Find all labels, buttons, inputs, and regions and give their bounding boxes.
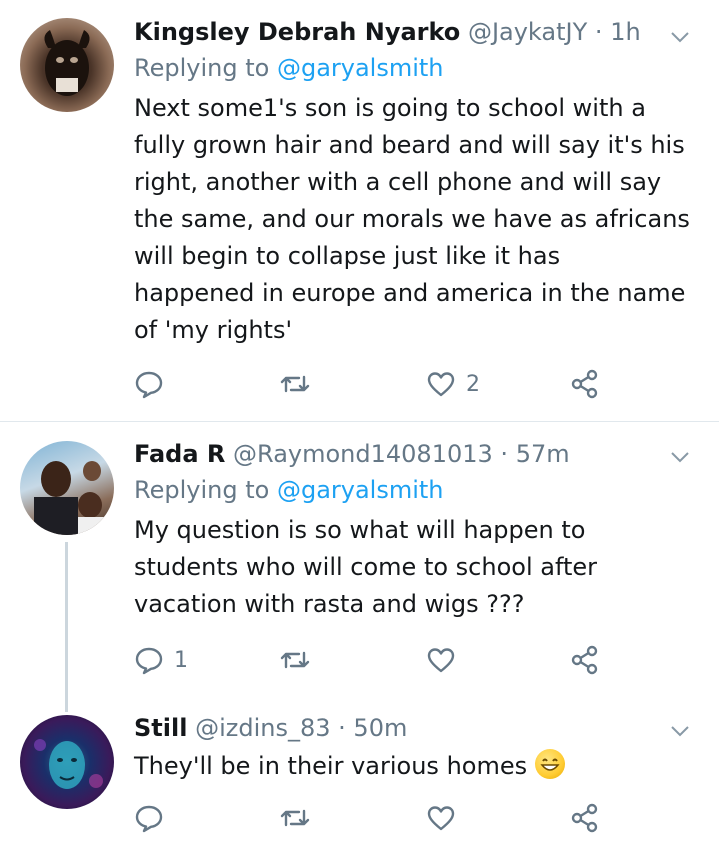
reply-icon bbox=[135, 647, 163, 675]
retweet-button[interactable] bbox=[279, 798, 321, 838]
separator: · bbox=[500, 440, 509, 468]
chevron-down-icon[interactable] bbox=[669, 26, 691, 48]
tweet-text-line: My question is so what will happen to bbox=[134, 516, 586, 544]
user-handle[interactable]: @Raymond14081013 bbox=[233, 440, 493, 468]
heart-icon bbox=[427, 648, 455, 673]
display-name[interactable]: Kingsley Debrah Nyarko bbox=[134, 18, 460, 46]
reply-button[interactable] bbox=[134, 364, 174, 404]
tweet-text: My question is so what will happen to st… bbox=[134, 512, 699, 623]
share-icon bbox=[571, 369, 598, 399]
tweet-actions bbox=[134, 798, 614, 838]
share-icon bbox=[571, 803, 598, 833]
separator: · bbox=[338, 714, 346, 742]
share-button[interactable] bbox=[570, 798, 600, 838]
tweet-header: Fada R @Raymond14081013 · 57m bbox=[134, 436, 699, 472]
display-name[interactable]: Fada R bbox=[134, 440, 225, 468]
tweet-text-line: fully grown hair and beard and will say … bbox=[134, 131, 685, 159]
mention-link[interactable]: @garyalsmith bbox=[277, 476, 444, 504]
reply-button[interactable] bbox=[134, 798, 174, 838]
heart-icon bbox=[427, 806, 455, 831]
tweet-text-line: vacation with rasta and wigs ??? bbox=[134, 590, 525, 618]
retweet-button[interactable] bbox=[279, 364, 321, 404]
tweet[interactable]: Fada R @Raymond14081013 · 57m Replying t… bbox=[0, 422, 719, 712]
reply-icon bbox=[135, 371, 163, 399]
timestamp[interactable]: 1h bbox=[610, 18, 640, 46]
replying-to-label: Replying to bbox=[134, 476, 270, 504]
retweet-button[interactable] bbox=[279, 640, 321, 680]
tweet-text: Next some1's son is going to school with… bbox=[134, 90, 699, 349]
chevron-down-icon[interactable] bbox=[669, 720, 691, 742]
like-button[interactable] bbox=[426, 798, 466, 838]
heart-icon bbox=[427, 372, 455, 397]
replying-to-label: Replying to bbox=[134, 54, 270, 82]
like-count: 2 bbox=[466, 371, 480, 397]
tweet-text-line: of 'my rights' bbox=[134, 316, 293, 344]
share-button[interactable] bbox=[570, 640, 600, 680]
tweet-text-line: will begin to collapse just like it has bbox=[134, 242, 561, 270]
avatar-image bbox=[44, 30, 90, 96]
reply-count: 1 bbox=[174, 647, 188, 673]
retweet-icon bbox=[280, 375, 310, 393]
separator: · bbox=[594, 18, 603, 46]
user-handle[interactable]: @JaykatJY bbox=[468, 18, 587, 46]
chevron-down-icon[interactable] bbox=[669, 446, 691, 468]
avatar[interactable] bbox=[20, 715, 114, 809]
display-name[interactable]: Still bbox=[134, 714, 187, 742]
tweet-text-line: happened in europe and america in the na… bbox=[134, 279, 686, 307]
reply-button[interactable]: 1 bbox=[134, 640, 188, 680]
avatar-image bbox=[34, 461, 108, 535]
replying-to: Replying to @garyalsmith bbox=[134, 472, 699, 508]
share-icon bbox=[571, 645, 598, 675]
tweet[interactable]: Still @izdins_83 · 50m They'll be in the… bbox=[0, 700, 719, 857]
tweet[interactable]: Kingsley Debrah Nyarko @JaykatJY · 1h Re… bbox=[0, 0, 719, 420]
tweet-text-line: Next some1's son is going to school with… bbox=[134, 94, 646, 122]
grinning-face-emoji bbox=[535, 749, 566, 779]
timestamp[interactable]: 57m bbox=[516, 440, 570, 468]
thread-line bbox=[65, 542, 68, 712]
tweet-header: Kingsley Debrah Nyarko @JaykatJY · 1h bbox=[134, 14, 699, 50]
tweet-text-line: the same, and our morals we have as afri… bbox=[134, 205, 690, 233]
retweet-icon bbox=[280, 651, 310, 669]
tweet-text-line: They'll be in their various homes bbox=[134, 752, 528, 780]
tweet-text: They'll be in their various homes bbox=[134, 748, 699, 785]
tweet-feed: Kingsley Debrah Nyarko @JaykatJY · 1h Re… bbox=[0, 0, 719, 857]
tweet-actions: 2 bbox=[134, 364, 614, 404]
user-handle[interactable]: @izdins_83 bbox=[195, 714, 330, 742]
avatar[interactable] bbox=[20, 18, 114, 112]
reply-icon bbox=[135, 805, 163, 833]
mention-link[interactable]: @garyalsmith bbox=[277, 54, 444, 82]
retweet-icon bbox=[280, 809, 310, 827]
tweet-text-line: right, another with a cell phone and wil… bbox=[134, 168, 662, 196]
replying-to: Replying to @garyalsmith bbox=[134, 50, 699, 86]
timestamp[interactable]: 50m bbox=[353, 714, 407, 742]
share-button[interactable] bbox=[570, 364, 600, 404]
avatar[interactable] bbox=[20, 441, 114, 535]
tweet-text-line: students who will come to school after bbox=[134, 553, 598, 581]
like-button[interactable] bbox=[426, 640, 466, 680]
like-button[interactable]: 2 bbox=[426, 364, 480, 404]
tweet-actions: 1 bbox=[134, 640, 614, 680]
avatar-image bbox=[34, 739, 103, 789]
tweet-header: Still @izdins_83 · 50m bbox=[134, 710, 699, 746]
